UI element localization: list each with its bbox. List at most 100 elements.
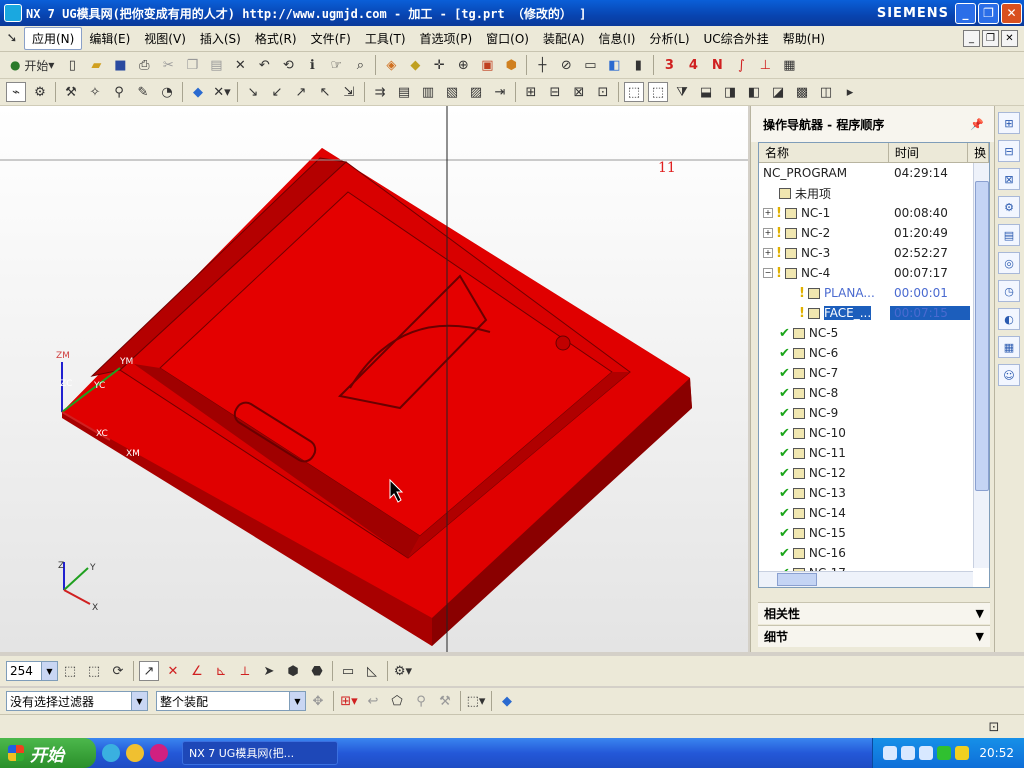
point-filter-icon[interactable]: ✕ bbox=[163, 661, 183, 681]
quick-pick-icon[interactable]: ⚲ bbox=[411, 691, 431, 711]
part-navigator-icon[interactable]: ⊟ bbox=[998, 140, 1020, 162]
hide-icon[interactable]: ◪ bbox=[768, 82, 788, 102]
curve-view-icon[interactable]: ∫ bbox=[731, 55, 751, 75]
tree-row[interactable]: ✔ NC-12 bbox=[759, 463, 989, 483]
open-folder-icon[interactable]: ▰ bbox=[86, 55, 106, 75]
4d-view-icon[interactable]: 4 bbox=[683, 55, 703, 75]
angle-icon[interactable]: ∠ bbox=[187, 661, 207, 681]
save-icon[interactable]: ■ bbox=[110, 55, 130, 75]
select-all-icon[interactable]: ⬚ bbox=[648, 82, 668, 102]
menu-analysis[interactable]: 分析(L) bbox=[642, 28, 696, 49]
tree-row[interactable]: +! NC-3 02:52:27 bbox=[759, 243, 989, 263]
menu-help[interactable]: 帮助(H) bbox=[776, 28, 832, 49]
messenger-icon[interactable] bbox=[126, 744, 144, 762]
tree-horizontal-scrollbar[interactable] bbox=[759, 571, 973, 587]
delete-icon[interactable]: ✕ bbox=[230, 55, 250, 75]
web-browser-icon[interactable]: ◎ bbox=[998, 252, 1020, 274]
paste-icon[interactable]: ▤ bbox=[206, 55, 226, 75]
undo-icon[interactable]: ↶ bbox=[254, 55, 274, 75]
snap-settings-icon[interactable]: ⚙▾ bbox=[393, 661, 413, 681]
media-player-icon[interactable] bbox=[150, 744, 168, 762]
simulate-icon[interactable]: ⇲ bbox=[339, 82, 359, 102]
angle-measure-icon[interactable]: ◺ bbox=[362, 661, 382, 681]
intersect-icon[interactable]: ⟂ bbox=[235, 661, 255, 681]
machine-view-icon[interactable]: ⊟ bbox=[545, 82, 565, 102]
column-name[interactable]: 名称 bbox=[759, 143, 889, 162]
layer-icon[interactable]: ▩ bbox=[792, 82, 812, 102]
tree-row[interactable]: ✔ NC-11 bbox=[759, 443, 989, 463]
create-geometry-icon[interactable]: ⚒ bbox=[61, 82, 81, 102]
tree-row[interactable]: ! FACE_... 00:07:15 bbox=[759, 303, 989, 323]
relevance-section[interactable]: 相关性 ▼ bbox=[758, 602, 990, 624]
face-select-icon[interactable]: ⬢ bbox=[283, 661, 303, 681]
collapse-icon[interactable]: − bbox=[763, 268, 773, 278]
sound-icon[interactable] bbox=[901, 746, 916, 760]
replay-toolpath-icon[interactable]: ↙ bbox=[267, 82, 287, 102]
assembly-navigator-icon[interactable]: ⊞ bbox=[998, 112, 1020, 134]
menu-edit[interactable]: 编辑(E) bbox=[82, 28, 137, 49]
doc-minimize-button[interactable]: _ bbox=[963, 30, 980, 47]
body-select-icon[interactable]: ⬣ bbox=[307, 661, 327, 681]
menu-window[interactable]: 窗口(O) bbox=[479, 28, 536, 49]
history-icon[interactable]: ◷ bbox=[998, 280, 1020, 302]
rectangle-icon[interactable]: ▭ bbox=[580, 55, 600, 75]
column-toolchange[interactable]: 换刀 bbox=[968, 143, 990, 162]
dropdown-arrow-icon[interactable]: ▼ bbox=[131, 692, 147, 710]
tree-row[interactable]: ✔ NC-10 bbox=[759, 423, 989, 443]
selection-scope-combo[interactable]: 整个装配 ▼ bbox=[156, 691, 306, 711]
operation-navigator-icon[interactable]: ⊠ bbox=[998, 168, 1020, 190]
menu-application[interactable]: 应用(N) bbox=[24, 27, 83, 50]
pin-icon[interactable]: 📌 bbox=[970, 118, 984, 131]
edit-object-icon[interactable]: ✎ bbox=[133, 82, 153, 102]
3d-view-icon[interactable]: 3 bbox=[659, 55, 679, 75]
recent-selection-icon[interactable]: ↩ bbox=[363, 691, 383, 711]
select-curve-icon[interactable]: ↗ bbox=[139, 661, 159, 681]
cut-object-icon[interactable]: ◆ bbox=[188, 82, 208, 102]
nx-app-icon[interactable] bbox=[4, 4, 22, 22]
shading-icon[interactable]: ◨ bbox=[720, 82, 740, 102]
mfg-wizard-icon[interactable]: ◈ bbox=[381, 55, 401, 75]
hscroll-thumb[interactable] bbox=[777, 573, 817, 586]
zoom-view-icon[interactable]: ⬚ bbox=[84, 661, 104, 681]
generate-toolpath-icon[interactable]: ↘ bbox=[243, 82, 263, 102]
group-icon[interactable]: ⬓ bbox=[696, 82, 716, 102]
menu-information[interactable]: 信息(I) bbox=[592, 28, 643, 49]
tree-vertical-scrollbar[interactable] bbox=[973, 163, 989, 568]
expand-icon[interactable]: + bbox=[763, 208, 773, 218]
tree-row[interactable]: ✔ NC-8 bbox=[759, 383, 989, 403]
system-materials-icon[interactable]: ◐ bbox=[998, 308, 1020, 330]
ie-icon[interactable] bbox=[102, 744, 120, 762]
reuse-library-icon[interactable]: ▤ bbox=[998, 224, 1020, 246]
filter-icon[interactable]: ⧩ bbox=[672, 82, 692, 102]
ground-icon[interactable]: ⊥ bbox=[755, 55, 775, 75]
cylinder-icon[interactable]: ▮ bbox=[628, 55, 648, 75]
tree-row[interactable]: ✔ NC-6 bbox=[759, 343, 989, 363]
rectangle-select-icon[interactable]: ⬚▾ bbox=[466, 691, 486, 711]
path-icon[interactable]: ⇥ bbox=[490, 82, 510, 102]
details-section[interactable]: 细节 ▼ bbox=[758, 625, 990, 647]
layout-icon[interactable]: ▦ bbox=[779, 55, 799, 75]
show-icon[interactable]: ◫ bbox=[816, 82, 836, 102]
dropdown-arrow-icon[interactable]: ▼ bbox=[289, 692, 305, 710]
touch-mode-icon[interactable]: ☞ bbox=[326, 55, 346, 75]
menu-file[interactable]: 文件(F) bbox=[304, 28, 358, 49]
fullscreen-icon[interactable]: ⊡ bbox=[984, 717, 1004, 737]
speed-icon[interactable]: ▨ bbox=[466, 82, 486, 102]
template-icon[interactable]: ▣ bbox=[477, 55, 497, 75]
roles-icon[interactable]: ☺ bbox=[998, 364, 1020, 386]
ruler-icon[interactable]: ▭ bbox=[338, 661, 358, 681]
arrow-select-icon[interactable]: ➤ bbox=[259, 661, 279, 681]
program-order-view-icon[interactable]: ⊞ bbox=[521, 82, 541, 102]
tree-row[interactable]: ✔ NC-5 bbox=[759, 323, 989, 343]
csys-icon[interactable]: ⊕ bbox=[453, 55, 473, 75]
menu-view[interactable]: 视图(V) bbox=[137, 28, 193, 49]
tree-row[interactable]: ✔ NC-16 bbox=[759, 543, 989, 563]
component-select-icon[interactable]: ◆ bbox=[497, 691, 517, 711]
tree-row[interactable]: ! PLANA... 00:00:01 bbox=[759, 283, 989, 303]
wireframe-icon[interactable]: ◧ bbox=[744, 82, 764, 102]
nx-taskbar-item[interactable]: NX 7 UG模具网(把... bbox=[182, 741, 338, 765]
select-icon[interactable]: ⬚ bbox=[624, 82, 644, 102]
create-tool-icon[interactable]: ⚙ bbox=[30, 82, 50, 102]
new-file-icon[interactable]: ▯ bbox=[62, 55, 82, 75]
tree-row[interactable]: NC_PROGRAM 04:29:14 bbox=[759, 163, 989, 183]
